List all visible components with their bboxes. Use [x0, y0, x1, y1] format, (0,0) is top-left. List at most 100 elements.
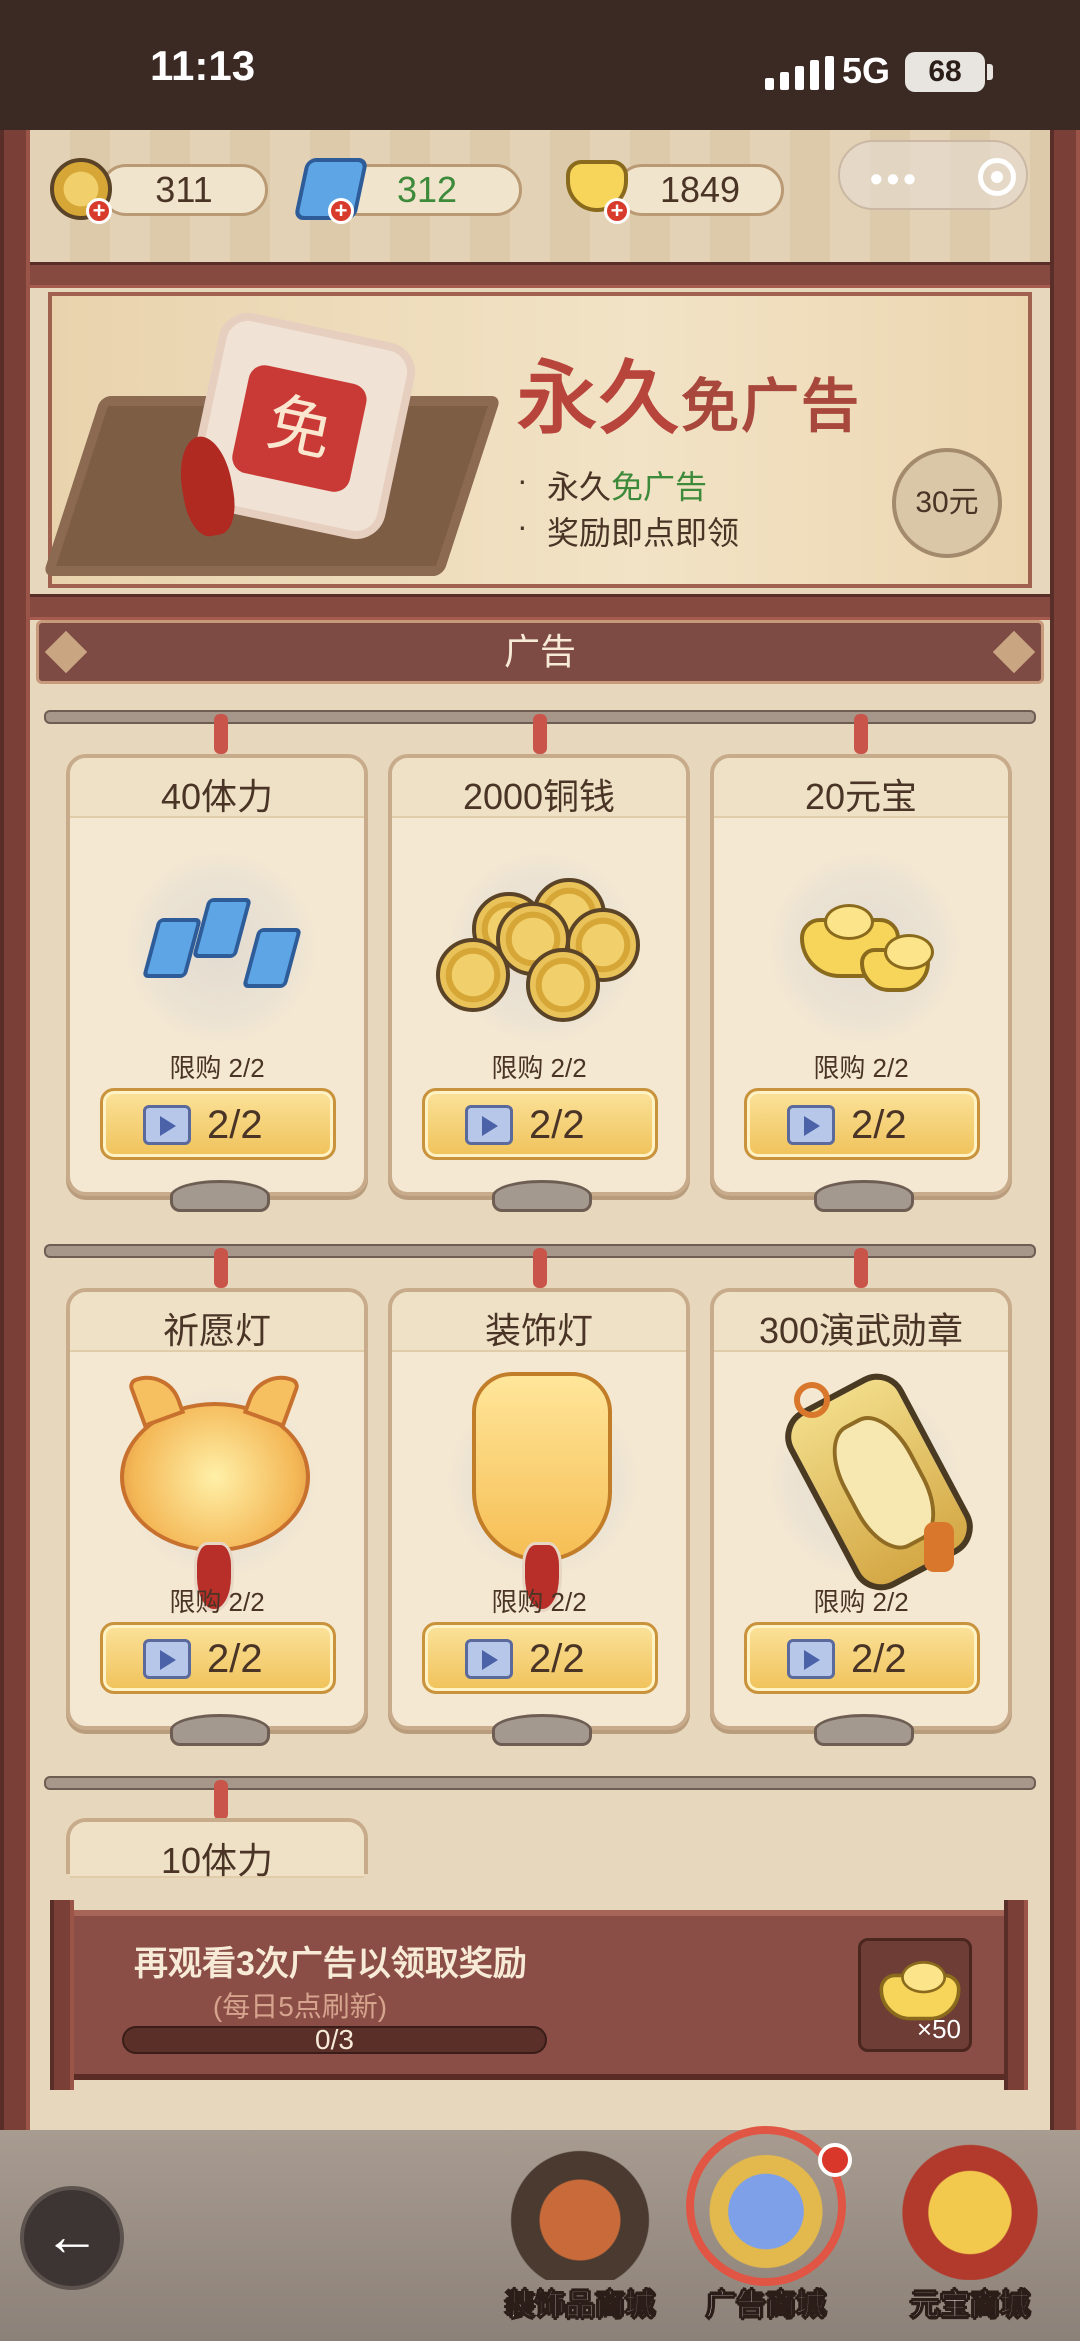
- nav-ingot-shop[interactable]: 元宝商城: [870, 2120, 1070, 2340]
- watch-ad-button[interactable]: 2/2: [422, 1622, 658, 1694]
- shelf-rail: [44, 1776, 1036, 1790]
- reward-quantity: ×50: [916, 2014, 961, 2044]
- top-beam: [30, 262, 1050, 288]
- ad-video-icon: [143, 1639, 191, 1679]
- ad-video-icon: [465, 1639, 513, 1679]
- perk-instant-reward: 奖励即点即领: [517, 508, 739, 554]
- card-foot: [814, 1180, 914, 1212]
- status-time: 11:13: [150, 42, 256, 89]
- panel-post: [1004, 1900, 1028, 2090]
- perk-highlight: 免广告: [611, 469, 708, 505]
- panel-post: [50, 1900, 74, 2090]
- ad-count: 2/2: [529, 1637, 585, 1681]
- perk-no-ads: 永久免广告: [517, 462, 708, 508]
- wish-lantern-art: [120, 1365, 320, 1612]
- item-name: 祈愿灯: [162, 1310, 271, 1351]
- refresh-note: (每日5点刷新): [212, 1991, 388, 2022]
- add-ingots-button[interactable]: +: [604, 198, 630, 224]
- hook: [214, 1248, 228, 1288]
- hook: [533, 1248, 547, 1288]
- item-name: 300演武勋章: [758, 1310, 964, 1351]
- ad-video-icon: [787, 1639, 835, 1679]
- purchase-limit: 限购 2/2: [813, 1053, 909, 1083]
- watch-ad-button[interactable]: 2/2: [100, 1622, 336, 1694]
- progress-count: 0/3: [315, 2024, 354, 2055]
- shop-item-card: 20元宝 限购 2/2 2/2: [710, 754, 1012, 1212]
- ad-video-icon: [465, 1105, 513, 1145]
- purchase-limit: 限购 2/2: [169, 1587, 265, 1617]
- price-button[interactable]: 30元: [892, 448, 1002, 558]
- no-ads-banner[interactable]: 免 永久免广告 永久免广告 奖励即点即领 30元: [42, 292, 1032, 588]
- watch-ad-button[interactable]: 2/2: [744, 1622, 980, 1694]
- ad-video-icon: [787, 1105, 835, 1145]
- ad-count: 2/2: [207, 1103, 263, 1147]
- notification-dot: [818, 2143, 852, 2177]
- item-name: 20元宝: [804, 776, 918, 817]
- close-miniprogram-icon[interactable]: [978, 158, 1016, 196]
- stamina-crystals-art: [140, 888, 310, 1018]
- watch-ad-button[interactable]: 2/2: [100, 1088, 336, 1160]
- right-pillar: [1050, 130, 1080, 2210]
- decor-shop-icon: [510, 2130, 650, 2280]
- sky-lantern-art: [472, 1372, 632, 1612]
- ingot-balance: 1849: [616, 164, 784, 216]
- coin-pile-art: [436, 868, 656, 1038]
- item-name: 10体力: [160, 1840, 274, 1881]
- section-header: 广告: [36, 620, 1044, 684]
- purchase-limit: 限购 2/2: [813, 1587, 909, 1617]
- shop-item-card: 祈愿灯 限购 2/2 2/2: [66, 1288, 368, 1746]
- watch-ad-button[interactable]: 2/2: [422, 1088, 658, 1160]
- add-stamina-button[interactable]: +: [328, 198, 354, 224]
- battery-icon: 68: [905, 52, 993, 92]
- ad-count: 2/2: [851, 1637, 907, 1681]
- banner-title-big: 永久: [517, 351, 681, 445]
- card-foot: [170, 1714, 270, 1746]
- banner-title-small: 免广告: [681, 372, 862, 440]
- perk-prefix: 永久: [547, 469, 612, 505]
- card-foot: [492, 1180, 592, 1212]
- left-pillar: [0, 130, 30, 2210]
- progress-reward[interactable]: ×50: [858, 1938, 972, 2052]
- ingot-shop-icon: [900, 2130, 1040, 2280]
- purchase-limit: 限购 2/2: [491, 1053, 587, 1083]
- nav-ingot-shop-label: 元宝商城: [910, 2289, 1031, 2323]
- ad-count: 2/2: [529, 1103, 585, 1147]
- card-foot: [170, 1180, 270, 1212]
- item-name: 2000铜钱: [462, 776, 616, 817]
- ingots-art: [800, 898, 960, 1018]
- item-name: 40体力: [160, 776, 274, 817]
- nav-decor-shop-label: 装饰品商城: [505, 2289, 656, 2323]
- shop-item-card: 装饰灯 限购 2/2 2/2: [388, 1288, 690, 1746]
- shop-item-card: 300演武勋章 限购 2/2 2/2: [710, 1288, 1012, 1746]
- banner-beam: [30, 594, 1050, 620]
- shop-item-card: 40体力 限购 2/2 2/2: [66, 754, 368, 1212]
- card-foot: [814, 1714, 914, 1746]
- back-button[interactable]: ←: [20, 2186, 124, 2290]
- progress-title: 再观看3次广告以领取奖励: [134, 1945, 527, 1983]
- hook: [854, 1248, 868, 1288]
- ad-count: 2/2: [207, 1637, 263, 1681]
- banner-title: 永久免广告: [517, 334, 861, 450]
- nav-ad-shop-label: 广告商城: [706, 2289, 827, 2323]
- watch-ad-button[interactable]: 2/2: [744, 1088, 980, 1160]
- hook: [214, 1780, 228, 1820]
- shop-item-card: 2000铜钱 限购 2/2 2/2: [388, 754, 690, 1212]
- nav-decor-shop[interactable]: 装饰品商城: [480, 2120, 680, 2340]
- shop-item-card: 10体力: [66, 1818, 368, 1881]
- charm-character: 免: [229, 362, 370, 495]
- hook: [214, 714, 228, 754]
- ad-shop-icon: [706, 2140, 826, 2270]
- network-type: 5G: [842, 50, 891, 91]
- hook: [533, 714, 547, 754]
- card-foot: [492, 1714, 592, 1746]
- ad-count: 2/2: [851, 1103, 907, 1147]
- signal-icon: [765, 56, 834, 90]
- coin-balance: 311: [100, 164, 268, 216]
- item-name: 装饰灯: [484, 1310, 593, 1351]
- purchase-limit: 限购 2/2: [491, 1587, 587, 1617]
- add-coins-button[interactable]: +: [86, 198, 112, 224]
- more-icon[interactable]: •••: [870, 158, 920, 200]
- medal-art: [774, 1363, 984, 1601]
- status-bar: 11:13 5G 68: [0, 0, 1080, 130]
- ad-video-icon: [143, 1105, 191, 1145]
